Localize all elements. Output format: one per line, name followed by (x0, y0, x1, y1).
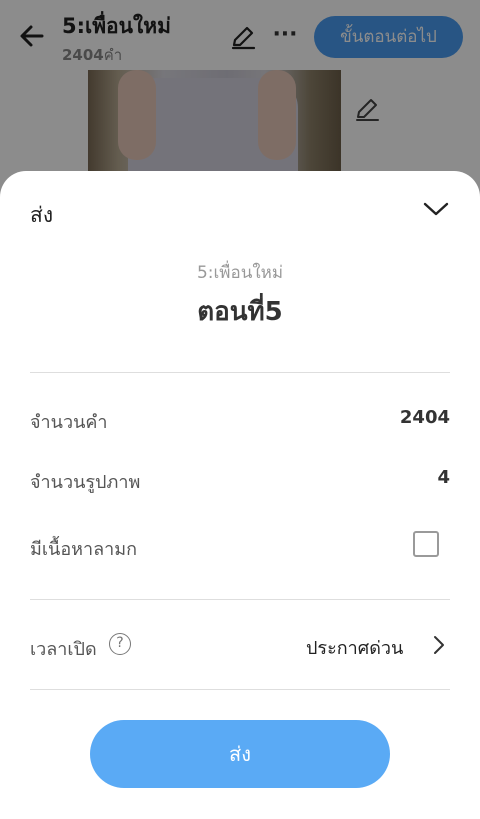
divider (30, 689, 450, 690)
publish-time-value[interactable]: ประกาศด่วน (306, 633, 403, 662)
mature-content-checkbox[interactable] (413, 531, 439, 557)
publish-time-label: เวลาเปิด (30, 639, 97, 660)
chevron-down-icon[interactable] (420, 193, 452, 225)
image-count-label: จำนวนรูปภาพ (30, 472, 141, 493)
divider (30, 599, 450, 600)
divider (30, 372, 450, 373)
help-icon[interactable]: ? (109, 633, 131, 655)
word-count-label: จำนวนคำ (30, 412, 108, 433)
chevron-right-icon[interactable] (430, 633, 448, 657)
image-count-value: 4 (437, 467, 450, 488)
submit-bottom-sheet: ส่ง 5:เพื่อนใหม่ ตอนที่5 จำนวนคำ 2404 จำ… (0, 171, 480, 819)
mature-content-label: มีเนื้อหาลามก (30, 539, 138, 560)
story-name: 5:เพื่อนใหม่ (196, 263, 284, 283)
sheet-title: ส่ง (30, 203, 54, 227)
episode-name: ตอนที่5 (197, 297, 283, 327)
word-count-value: 2404 (399, 407, 450, 428)
send-button[interactable]: ส่ง (90, 720, 390, 788)
